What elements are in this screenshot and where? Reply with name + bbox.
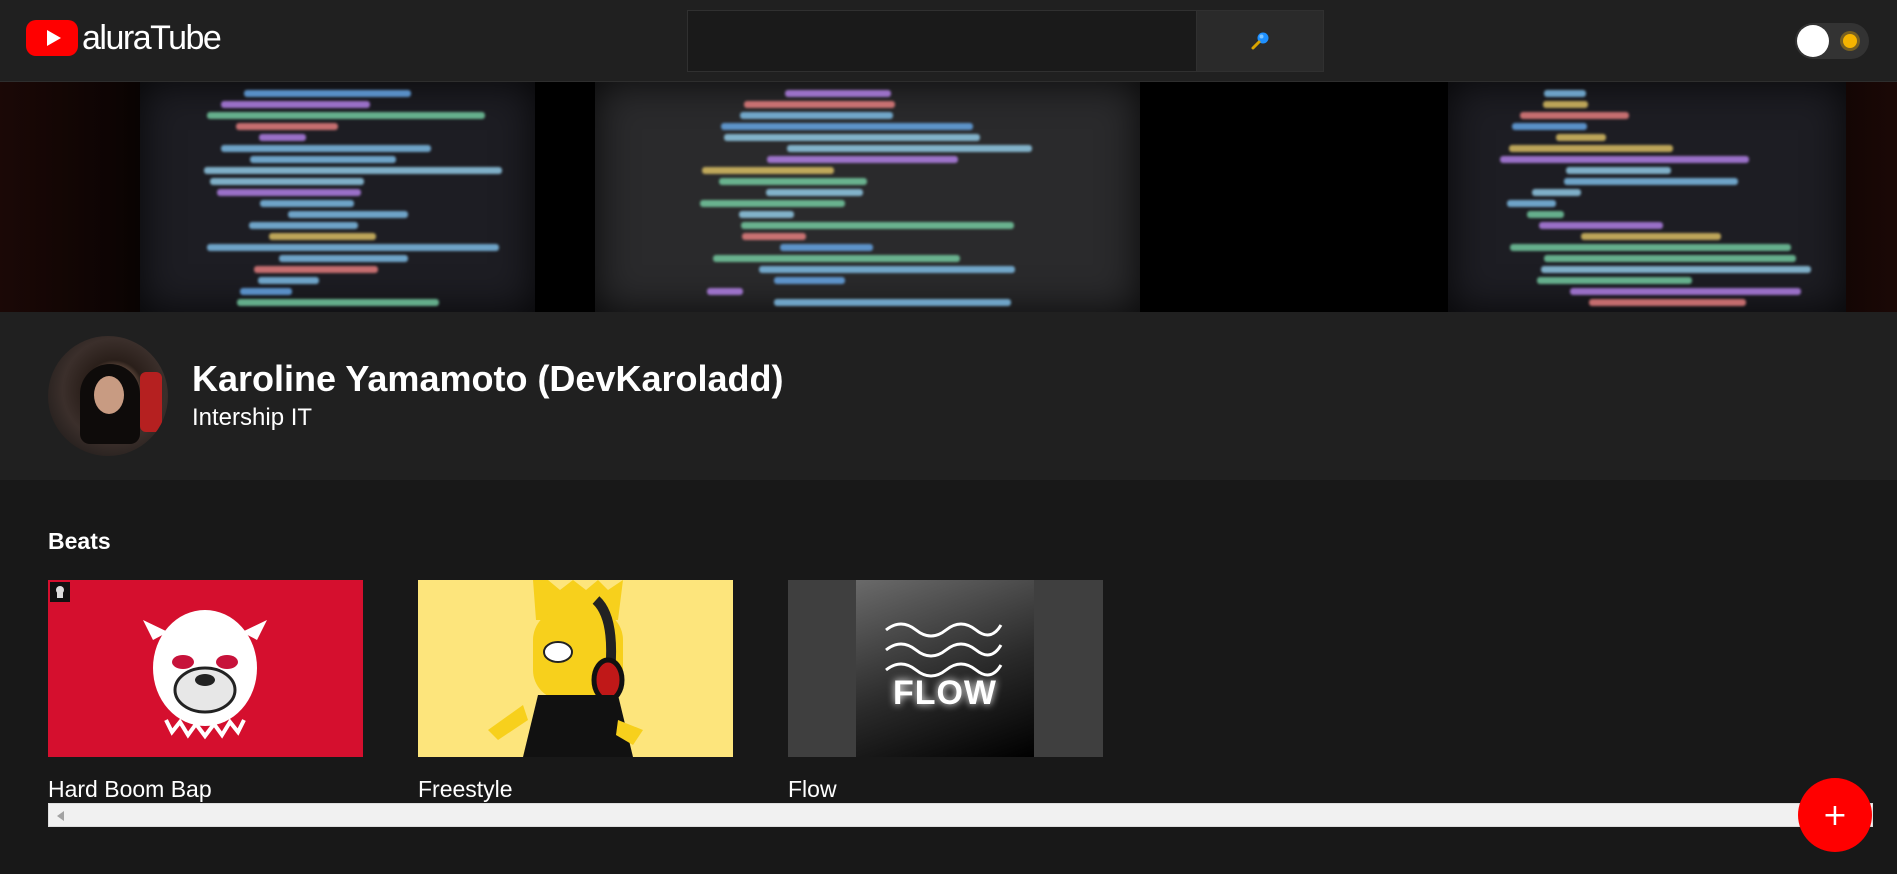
playlist-title: Beats — [48, 528, 111, 554]
banner-code-line — [1589, 299, 1746, 306]
banner-code-line — [269, 233, 376, 240]
banner-code-line — [1510, 244, 1791, 251]
banner-code-line — [724, 134, 980, 141]
banner-code-line — [1539, 222, 1663, 229]
add-video-button[interactable]: + — [1798, 778, 1872, 852]
profile-section: Karoline Yamamoto (DevKaroladd) Intershi… — [0, 312, 1897, 480]
bulldog-icon — [50, 582, 267, 740]
search-icon — [1251, 32, 1269, 50]
banner-code-line — [1556, 134, 1606, 141]
banner-code-line — [1527, 211, 1564, 218]
banner-code-line — [740, 112, 893, 119]
channel-banner — [0, 82, 1897, 312]
video-title[interactable]: Freestyle — [418, 776, 513, 803]
banner-code-line — [1532, 189, 1581, 196]
banner-code-line — [767, 156, 958, 163]
banner-code-line — [774, 277, 845, 284]
banner-code-line — [221, 101, 370, 108]
character-headphones-icon — [488, 580, 643, 757]
video-thumbnail[interactable] — [418, 580, 733, 757]
banner-code-line — [700, 200, 845, 207]
banner-code-line — [1509, 145, 1673, 152]
banner-code-line — [744, 101, 895, 108]
banner-code-line — [217, 189, 361, 196]
banner-code-line — [207, 112, 485, 119]
banner-code-line — [258, 277, 319, 284]
banner-code-line — [739, 211, 794, 218]
horizontal-scrollbar[interactable] — [48, 803, 1873, 827]
top-bar: aluraTube — [0, 0, 1897, 82]
banner-code-line — [719, 178, 867, 185]
banner-code-line — [1520, 112, 1629, 119]
banner-code-line — [249, 222, 358, 229]
banner-code-line — [259, 134, 306, 141]
banner-code-line — [254, 266, 378, 273]
search-button[interactable] — [1196, 11, 1323, 71]
banner-code-line — [721, 123, 973, 130]
banner-code-line — [707, 288, 743, 295]
thumbnail-text: FLOW — [892, 674, 998, 712]
banner-code-line — [713, 255, 960, 262]
banner-code-line — [288, 211, 408, 218]
play-logo-icon — [26, 20, 78, 56]
banner-code-line — [1544, 90, 1586, 97]
video-card[interactable]: Freestyle — [418, 580, 733, 802]
scroll-left-arrow-icon[interactable] — [57, 811, 64, 821]
video-card[interactable]: Hard Boom Bap — [48, 580, 363, 802]
banner-code-line — [759, 266, 1015, 273]
banner-code-line — [207, 244, 499, 251]
banner-code-line — [1543, 101, 1588, 108]
avatar[interactable] — [48, 336, 168, 456]
avatar-face — [94, 376, 124, 414]
search-input[interactable] — [688, 11, 1196, 71]
toggle-knob — [1797, 25, 1829, 57]
banner-code-line — [1566, 167, 1671, 174]
video-thumbnail[interactable]: FLOW — [788, 580, 1103, 757]
banner-code-line — [787, 145, 1032, 152]
video-title[interactable]: Flow — [788, 776, 837, 803]
banner-code-line — [244, 90, 411, 97]
banner-code-line — [780, 244, 873, 251]
banner-code-line — [1512, 123, 1587, 130]
video-thumbnail[interactable] — [48, 580, 363, 757]
banner-code-line — [1564, 178, 1738, 185]
banner-code-line — [1537, 277, 1692, 284]
banner-code-line — [221, 145, 431, 152]
sun-icon — [1843, 34, 1857, 48]
theme-toggle[interactable] — [1795, 23, 1869, 59]
banner-code-line — [766, 189, 863, 196]
video-title[interactable]: Hard Boom Bap — [48, 776, 212, 803]
profile-role: Intership IT — [192, 404, 313, 431]
banner-code-line — [240, 288, 292, 295]
banner-code-line — [785, 90, 891, 97]
banner-code-line — [1544, 255, 1796, 262]
banner-code-line — [702, 167, 834, 174]
banner-code-line — [210, 178, 364, 185]
banner-code-line — [236, 123, 338, 130]
logo-text: aluraTube — [82, 18, 222, 57]
video-card[interactable]: FLOW Flow — [788, 580, 1103, 802]
banner-code-line — [1570, 288, 1801, 295]
banner-code-line — [237, 299, 439, 306]
avatar-bg — [140, 372, 162, 432]
banner-code-line — [1541, 266, 1811, 273]
flow-artwork: FLOW — [856, 580, 1034, 757]
logo[interactable]: aluraTube — [26, 18, 222, 57]
banner-code-line — [1581, 233, 1721, 240]
search-bar — [687, 10, 1324, 72]
banner-code-line — [260, 200, 354, 207]
banner-code-line — [741, 222, 1014, 229]
banner-code-line — [742, 233, 806, 240]
banner-code-line — [1507, 200, 1556, 207]
waves-icon — [885, 622, 1003, 678]
banner-code-line — [774, 299, 1011, 306]
banner-code-line — [250, 156, 396, 163]
banner-code-line — [279, 255, 408, 262]
banner-code-line — [204, 167, 502, 174]
banner-code-line — [1500, 156, 1749, 163]
profile-name: Karoline Yamamoto (DevKaroladd) — [192, 358, 784, 399]
